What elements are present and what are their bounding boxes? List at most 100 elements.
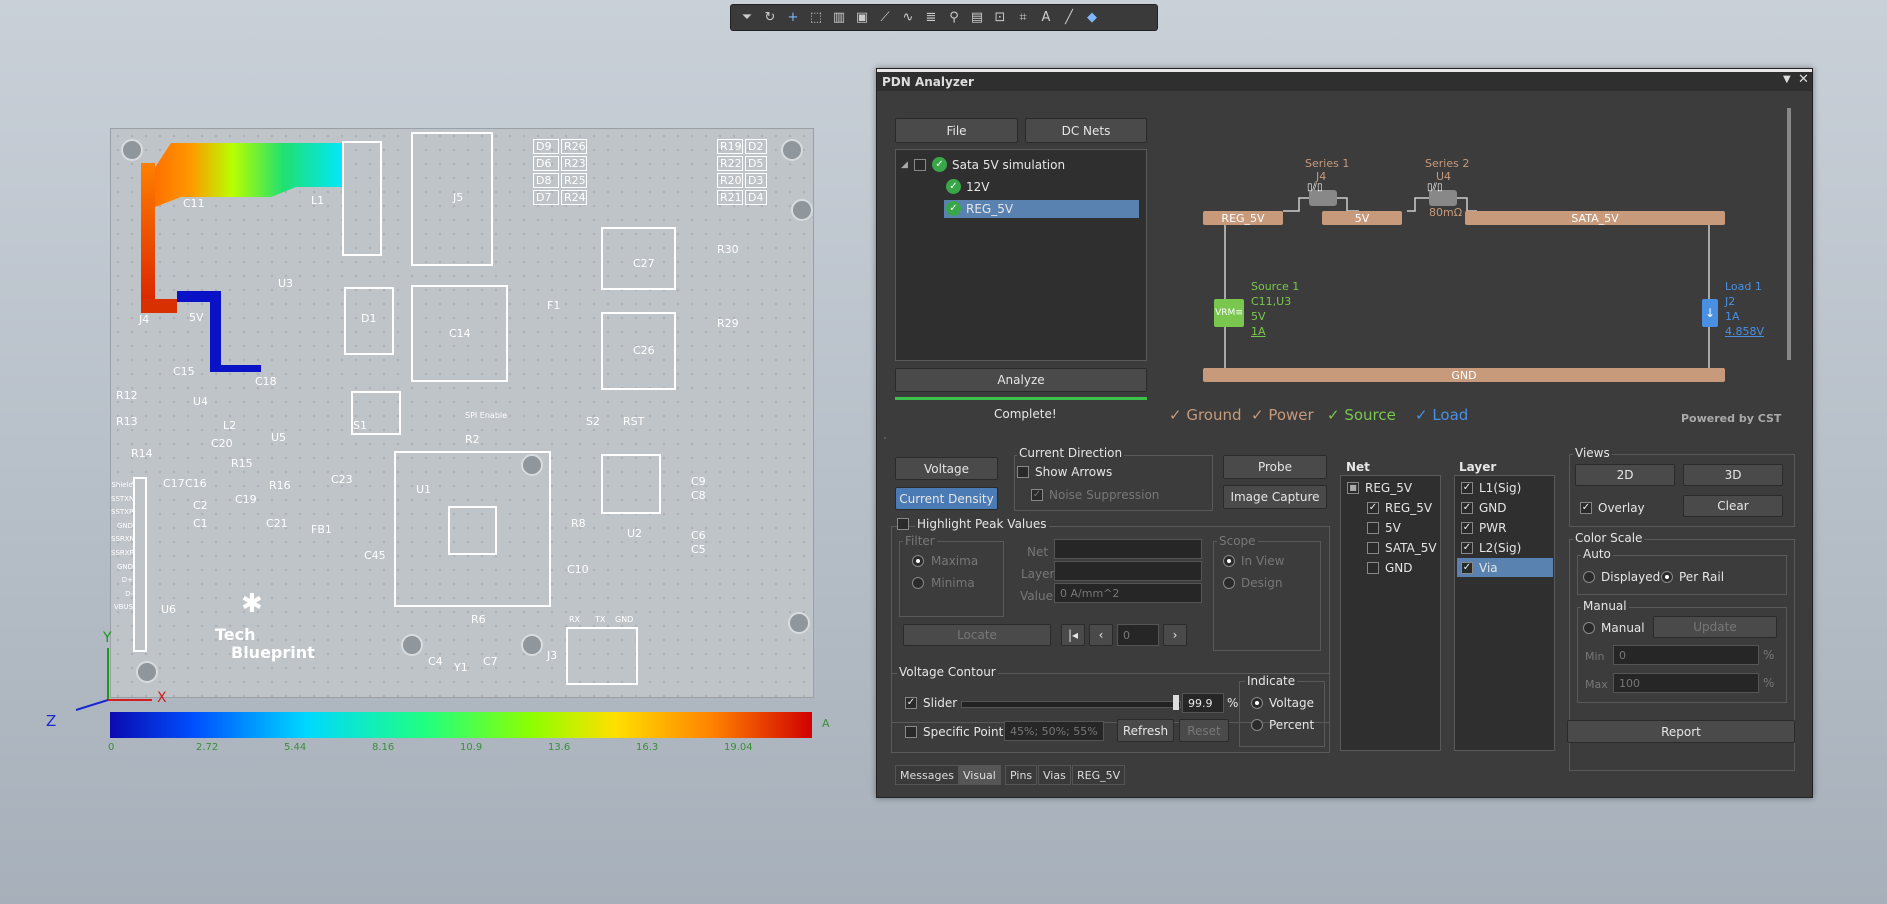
tab-pins[interactable]: Pins — [1005, 765, 1038, 785]
file-button[interactable]: File — [895, 118, 1018, 143]
net-root[interactable]: REG_5V — [1365, 481, 1412, 495]
highlight-peak-checkbox[interactable] — [897, 518, 909, 530]
manual-radio[interactable] — [1583, 622, 1595, 634]
graph-icon[interactable]: ⌗ — [1013, 8, 1033, 28]
chevron-down-icon[interactable]: ▼ — [1783, 74, 1791, 85]
net-checkbox[interactable] — [1367, 522, 1379, 534]
contour-slider-handle[interactable] — [1173, 695, 1179, 710]
tab-visual[interactable]: Visual — [958, 765, 1001, 785]
show-arrows-checkbox[interactable] — [1017, 466, 1029, 478]
layers-icon[interactable]: ▤ — [967, 8, 987, 28]
noise-suppression-checkbox[interactable]: ✓ — [1031, 489, 1043, 501]
layer-item[interactable]: PWR — [1479, 521, 1506, 535]
chart-icon[interactable]: ▥ — [829, 8, 849, 28]
update-button[interactable]: Update — [1653, 616, 1777, 638]
wave-icon[interactable]: ∿ — [898, 8, 918, 28]
displayed-radio[interactable] — [1583, 571, 1595, 583]
schematic-view[interactable]: ▯⫽▯ ▯⫽▯ Series 1 J4 Series 2 U4 80mΩ REG… — [1159, 106, 1799, 438]
close-icon[interactable]: ✕ — [1798, 72, 1809, 87]
tab-vias[interactable]: Vias — [1038, 765, 1071, 785]
view-2d-button[interactable]: 2D — [1575, 464, 1675, 486]
net-item[interactable]: GND — [1385, 561, 1413, 575]
load-voltage[interactable]: 4.858V — [1725, 325, 1764, 338]
dc-nets-button[interactable]: DC Nets — [1025, 118, 1147, 143]
layer-checkbox[interactable]: ✓ — [1461, 482, 1473, 494]
rail-reg5v[interactable]: REG_5V — [1203, 211, 1283, 225]
tree-checkbox[interactable] — [914, 159, 926, 171]
rail-sata5v[interactable]: SATA_5V — [1465, 211, 1725, 225]
tab-reg5v[interactable]: REG_5V — [1072, 765, 1126, 785]
select-rect-icon[interactable]: ⬚ — [806, 8, 826, 28]
cross-icon[interactable]: + — [783, 8, 803, 28]
current-density-button[interactable]: Current Density — [895, 487, 998, 510]
reset-button[interactable]: Reset — [1179, 719, 1229, 742]
chip-icon[interactable]: ▣ — [852, 8, 872, 28]
report-button[interactable]: Report — [1567, 720, 1795, 743]
layer-item[interactable]: Via — [1479, 561, 1498, 575]
layer-checkbox[interactable]: ✓ — [1461, 562, 1473, 574]
image-capture-button[interactable]: Image Capture — [1223, 485, 1327, 509]
clear-button[interactable]: Clear — [1683, 495, 1783, 517]
layer-item[interactable]: GND — [1479, 501, 1507, 515]
per-rail-radio[interactable] — [1661, 571, 1673, 583]
net-item[interactable]: SATA_5V — [1385, 541, 1437, 555]
view-3d-button[interactable]: 3D — [1683, 464, 1783, 486]
max-field[interactable]: 100 — [1613, 673, 1759, 693]
tree-root-label[interactable]: Sata 5V simulation — [952, 158, 1065, 172]
panel-titlebar[interactable]: PDN Analyzer ▼ ✕ — [877, 69, 1812, 91]
net-checkbox[interactable] — [1367, 542, 1379, 554]
route-icon[interactable]: ↻ — [760, 8, 780, 28]
net-checkbox[interactable] — [1367, 562, 1379, 574]
refresh-button[interactable]: Refresh — [1117, 719, 1174, 742]
specific-points-checkbox[interactable] — [905, 726, 917, 738]
layer-item[interactable]: L2(Sig) — [1479, 541, 1521, 555]
tree-item[interactable]: REG_5V — [966, 202, 1013, 216]
first-page-button[interactable]: |◂ — [1061, 624, 1085, 646]
analyze-button[interactable]: Analyze — [895, 368, 1147, 392]
contour-slider-track[interactable] — [961, 701, 1181, 708]
in-view-radio[interactable] — [1223, 555, 1235, 567]
line-icon[interactable]: ╱ — [1059, 8, 1079, 28]
cube-icon[interactable]: ◆ — [1082, 8, 1102, 28]
stack-icon[interactable]: ≣ — [921, 8, 941, 28]
slider-checkbox[interactable]: ✓ — [905, 697, 917, 709]
net-field[interactable] — [1054, 539, 1202, 559]
rail-5v[interactable]: 5V — [1322, 211, 1402, 225]
net-item[interactable]: REG_5V — [1385, 501, 1432, 515]
value-field[interactable]: 0 A/mm^2 — [1054, 583, 1202, 603]
probe-icon[interactable]: ⟋ — [875, 8, 895, 28]
filter-icon[interactable]: ⏷ — [737, 8, 757, 28]
indicate-voltage-radio[interactable] — [1251, 697, 1263, 709]
net-item[interactable]: 5V — [1385, 521, 1401, 535]
probe-button[interactable]: Probe — [1223, 455, 1327, 479]
net-checkbox[interactable]: ✓ — [1367, 502, 1379, 514]
layer-item[interactable]: L1(Sig) — [1479, 481, 1521, 495]
expand-icon[interactable]: ◢ — [901, 160, 908, 170]
text-icon[interactable]: A — [1036, 8, 1056, 28]
locate-button[interactable]: Locate — [903, 624, 1051, 646]
pcb-board[interactable]: D9 R26 D6 R23 D8 R25 D7 R24 R19 D2 R22 D… — [110, 128, 814, 698]
layer-field[interactable] — [1054, 561, 1202, 581]
indicate-percent-radio[interactable] — [1251, 719, 1263, 731]
layer-checkbox[interactable]: ✓ — [1461, 522, 1473, 534]
rail-gnd[interactable]: GND — [1203, 368, 1725, 382]
page-field[interactable]: 0 — [1117, 624, 1159, 646]
tree-item[interactable]: 12V — [966, 180, 989, 194]
design-radio[interactable] — [1223, 577, 1235, 589]
min-field[interactable]: 0 — [1613, 645, 1759, 665]
tab-messages[interactable]: Messages — [895, 765, 959, 785]
measure-icon[interactable]: ⊡ — [990, 8, 1010, 28]
layer-checkbox[interactable]: ✓ — [1461, 502, 1473, 514]
scrollbar[interactable] — [1787, 108, 1791, 360]
layer-checkbox[interactable]: ✓ — [1461, 542, 1473, 554]
load-icon[interactable]: ↓ — [1702, 299, 1718, 327]
overlay-checkbox[interactable]: ✓ — [1580, 502, 1592, 514]
prev-button[interactable]: ‹ — [1089, 624, 1113, 646]
slider-value-field[interactable]: 99.9 — [1182, 693, 1224, 713]
net-root-checkbox[interactable]: ■ — [1347, 482, 1359, 494]
minima-radio[interactable] — [912, 577, 924, 589]
vrm-source-icon[interactable]: VRM≡ — [1214, 299, 1244, 327]
maxima-radio[interactable] — [912, 555, 924, 567]
specific-points-field[interactable]: 45%; 50%; 55% — [1004, 721, 1104, 741]
pin-icon[interactable]: ⚲ — [944, 8, 964, 28]
